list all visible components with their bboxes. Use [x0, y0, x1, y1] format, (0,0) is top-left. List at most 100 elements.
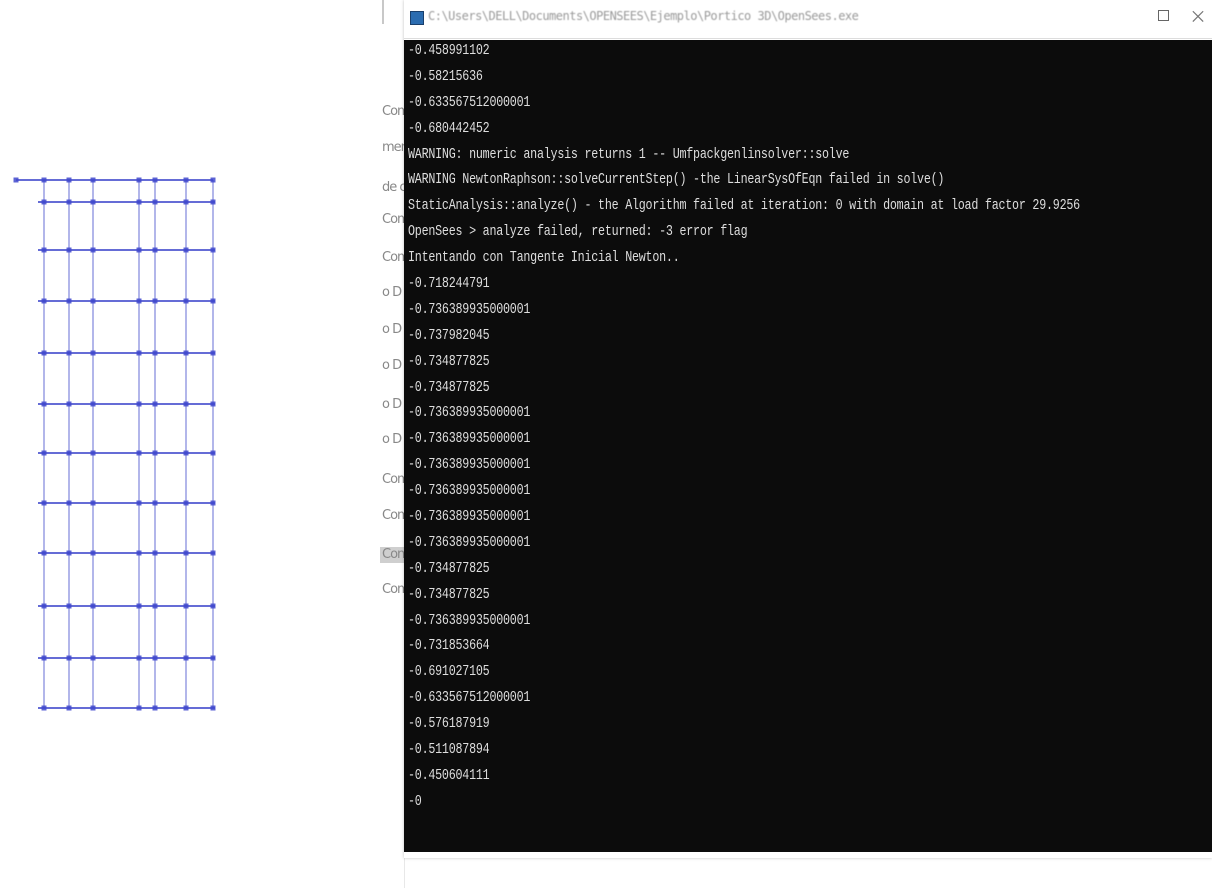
- window-title: C:\Users\DELL\Documents\OPENSEES\Ejemplo…: [428, 9, 859, 23]
- frame-node: [90, 500, 96, 506]
- frame-node: [41, 401, 47, 407]
- frame-node: [183, 401, 189, 407]
- console-line: -0.736389935000001: [408, 533, 531, 551]
- console-line: -0.736389935000001: [408, 404, 531, 422]
- console-line: -0.458991102: [408, 42, 490, 59]
- frame-node: [183, 550, 189, 556]
- frame-node: [136, 350, 142, 356]
- console-line: -0.736389935000001: [408, 508, 531, 526]
- frame-node: [152, 401, 158, 407]
- frame-node: [152, 177, 158, 183]
- frame-node: [183, 177, 189, 183]
- frame-node: [210, 298, 216, 304]
- background-text-fragment: Com: [382, 472, 404, 487]
- console-line: -0: [408, 792, 422, 810]
- frame-node: [183, 247, 189, 253]
- frame-node: [41, 177, 47, 183]
- frame-node: [90, 655, 96, 661]
- frame-node: [210, 705, 216, 711]
- console-line: WARNING NewtonRaphson::solveCurrentStep(…: [408, 171, 945, 189]
- frame-node: [183, 655, 189, 661]
- frame-node: [66, 401, 72, 407]
- frame-node: [152, 500, 158, 506]
- frame-node: [41, 550, 47, 556]
- console-line: -0.737982045: [408, 326, 490, 344]
- background-text-fragment: o D: [382, 322, 402, 337]
- frame-node: [66, 177, 72, 183]
- frame-node: [66, 500, 72, 506]
- maximize-button[interactable]: [1156, 10, 1170, 24]
- background-text-fragment: Com: [382, 104, 404, 119]
- close-button[interactable]: ⨉: [1192, 8, 1212, 26]
- console-line: -0.734877825: [408, 559, 490, 577]
- window-titlebar[interactable]: C:\Users\DELL\Documents\OPENSEES\Ejemplo…: [404, 0, 1212, 39]
- frame-node: [210, 401, 216, 407]
- frame-node: [41, 350, 47, 356]
- background-window-edge: [382, 0, 384, 24]
- background-text-fragment: Con: [380, 547, 404, 563]
- frame-node: [152, 298, 158, 304]
- frame-node: [136, 705, 142, 711]
- console-line: -0.450604111: [408, 766, 490, 784]
- frame-node: [152, 655, 158, 661]
- background-text-fragment: o D: [382, 285, 402, 300]
- frame-node: [66, 199, 72, 205]
- frame-node: [66, 603, 72, 609]
- frame-node: [41, 199, 47, 205]
- maximize-icon: [1157, 10, 1169, 21]
- background-text-fragment: o D: [382, 432, 402, 447]
- frame-node: [136, 603, 142, 609]
- frame-node: [41, 500, 47, 506]
- console-line: -0.736389935000001: [408, 300, 531, 318]
- console-line: Intentando con Tangente Inicial Newton..: [408, 249, 680, 267]
- frame-node: [210, 603, 216, 609]
- frame-node: [210, 450, 216, 456]
- frame-node: [66, 450, 72, 456]
- console-line: -0.734877825: [408, 352, 490, 370]
- console-line: -0.736389935000001: [408, 611, 531, 629]
- frame-node: [90, 603, 96, 609]
- background-window-strip: Com men de c Com Com o D o D o D o D o D Com Com Con…: [380, 0, 405, 888]
- background-text-fragment: Com: [382, 212, 404, 227]
- console-output[interactable]: -0.458991102 -0.58215636 -0.63356751200000…: [404, 40, 1212, 852]
- background-text-fragment: o D: [382, 358, 402, 373]
- console-line: -0.58215636: [408, 67, 483, 85]
- frame-node: [41, 298, 47, 304]
- frame-node: [210, 550, 216, 556]
- frame-node: [210, 177, 216, 183]
- frame-node: [136, 177, 142, 183]
- console-line: -0.736389935000001: [408, 456, 531, 474]
- frame-node: [41, 247, 47, 253]
- frame-node: [152, 603, 158, 609]
- frame-node: [210, 500, 216, 506]
- frame-node: [90, 199, 96, 205]
- frame-node: [210, 350, 216, 356]
- frame-node: [66, 247, 72, 253]
- frame-node: [90, 247, 96, 253]
- frame-node: [183, 705, 189, 711]
- structure-frame-view: [13, 177, 216, 711]
- frame-node: [13, 177, 19, 183]
- console-window[interactable]: C:\Users\DELL\Documents\OPENSEES\Ejemplo…: [404, 0, 1212, 858]
- frame-node: [136, 550, 142, 556]
- frame-node: [41, 603, 47, 609]
- console-line: -0.633567512000001: [408, 93, 531, 111]
- frame-node: [136, 450, 142, 456]
- frame-node: [66, 705, 72, 711]
- frame-node: [152, 350, 158, 356]
- console-line: -0.633567512000001: [408, 689, 531, 707]
- frame-node: [41, 705, 47, 711]
- console-line: -0.734877825: [408, 378, 490, 396]
- console-line: -0.511087894: [408, 741, 490, 759]
- frame-node: [136, 298, 142, 304]
- console-line: StaticAnalysis::analyze() - the Algorith…: [408, 197, 1080, 215]
- frame-node: [152, 199, 158, 205]
- frame-node: [183, 350, 189, 356]
- frame-node: [41, 450, 47, 456]
- background-text-fragment: o D: [382, 397, 402, 412]
- frame-node: [90, 705, 96, 711]
- frame-node: [183, 500, 189, 506]
- frame-node: [136, 401, 142, 407]
- background-text-fragment: Com: [382, 250, 404, 265]
- frame-node: [210, 655, 216, 661]
